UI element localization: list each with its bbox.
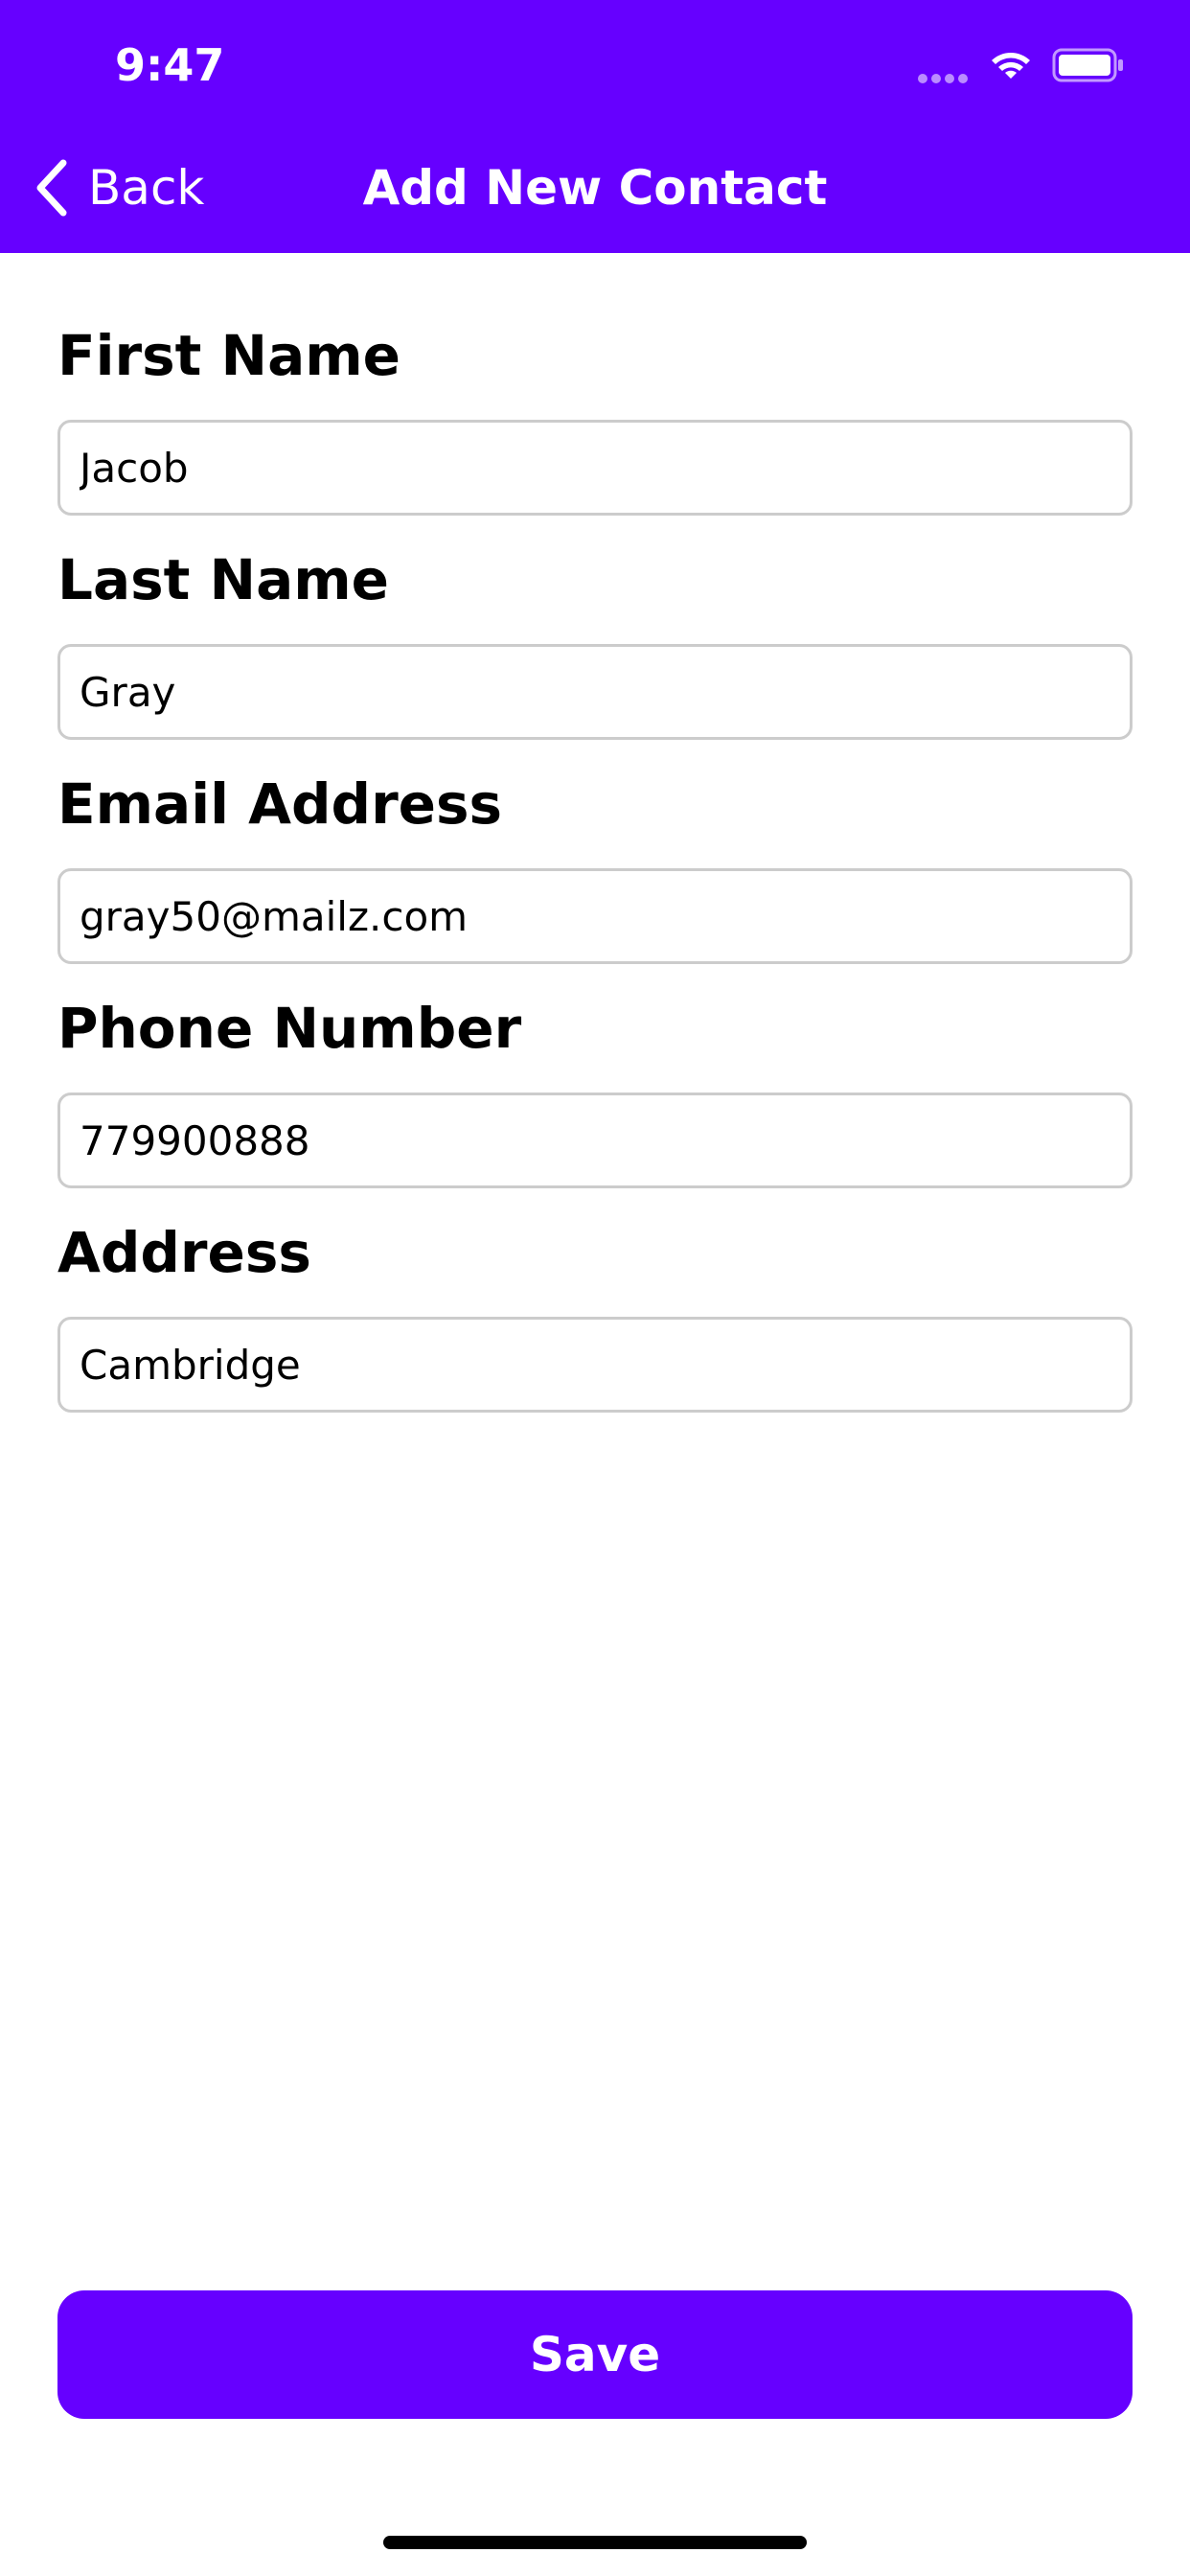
save-button[interactable]: Save: [57, 2290, 1133, 2419]
last-name-input[interactable]: [57, 644, 1133, 740]
last-name-label: Last Name: [57, 547, 389, 612]
first-name-input[interactable]: [57, 420, 1133, 516]
address-input[interactable]: [57, 1317, 1133, 1413]
battery-icon: [1052, 48, 1123, 82]
page-title: Add New Contact: [362, 160, 828, 216]
status-time: 9:47: [115, 39, 225, 91]
first-name-label: First Name: [57, 323, 400, 388]
header: 9:47 Back Add New Contact: [0, 0, 1190, 253]
contact-form: First Name Last Name Email Address Phone…: [57, 316, 1133, 1438]
wifi-icon: [992, 53, 1030, 79]
address-label: Address: [57, 1220, 311, 1285]
home-indicator: [383, 2536, 807, 2549]
phone-number-label: Phone Number: [57, 996, 522, 1061]
email-address-label: Email Address: [57, 771, 503, 837]
signal-dots-icon: [918, 69, 972, 83]
phone-number-input[interactable]: [57, 1092, 1133, 1188]
email-address-input[interactable]: [57, 868, 1133, 964]
